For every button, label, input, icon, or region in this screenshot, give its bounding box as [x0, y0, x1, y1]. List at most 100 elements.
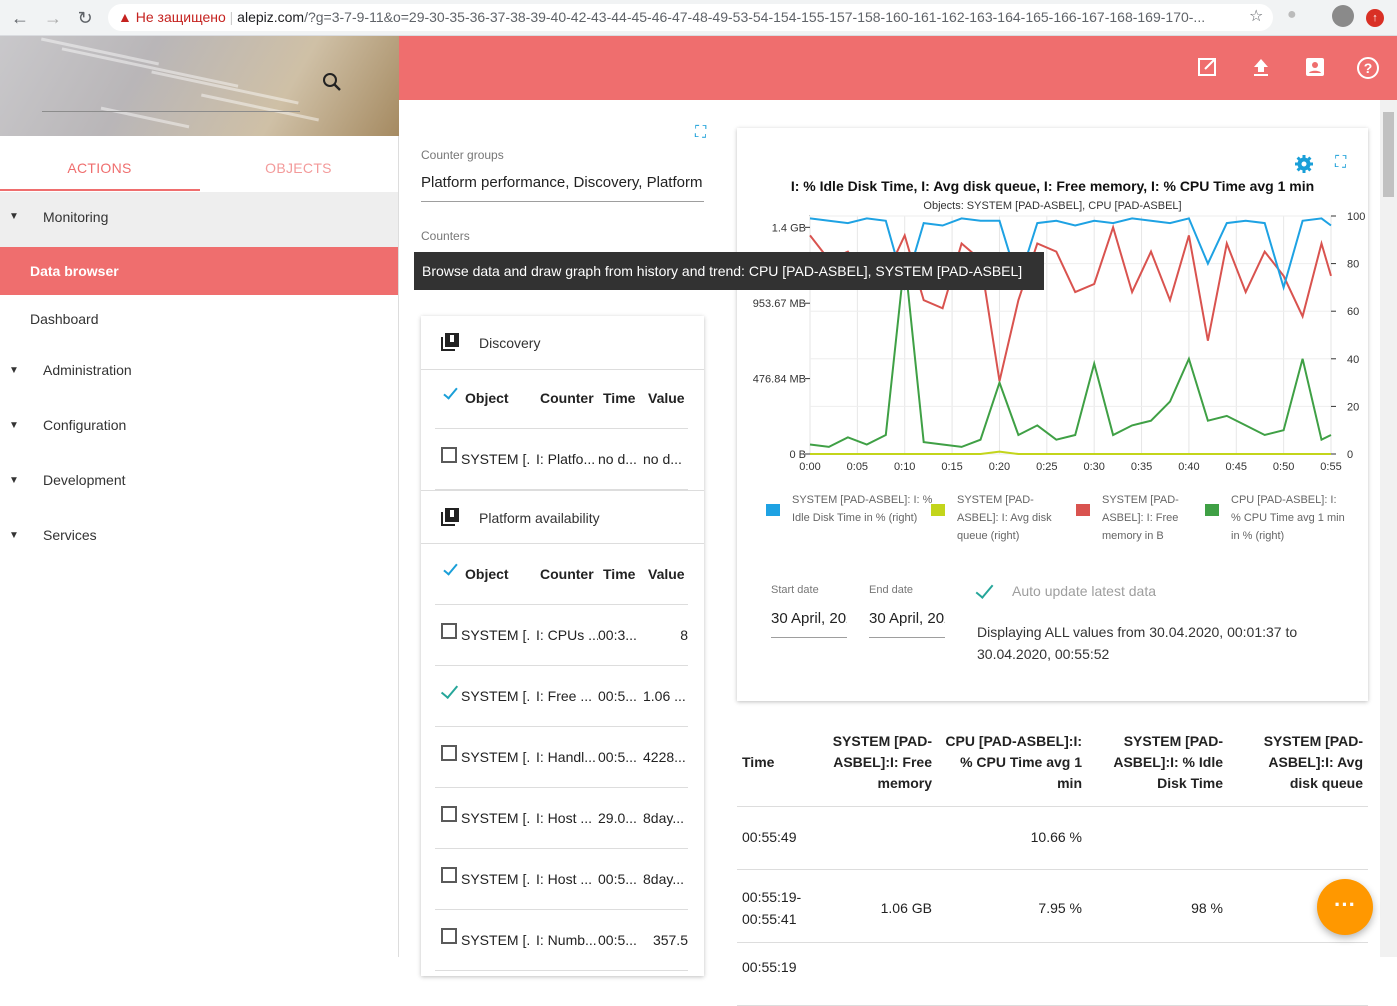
col-object[interactable]: Object [465, 566, 509, 582]
table-row[interactable]: SYSTEM [... I: Handl... 00:5... 4228... [435, 727, 688, 788]
library-icon [441, 508, 459, 526]
help-icon[interactable]: ? [1356, 56, 1380, 80]
cell-value: 8day... [643, 810, 684, 826]
upload-icon[interactable] [1249, 56, 1273, 80]
row-checkbox[interactable] [441, 928, 457, 944]
col-free-memory[interactable]: SYSTEM [PAD-ASBEL]:I: Free memory [827, 731, 932, 794]
menu-development[interactable]: ▼ Development [0, 453, 398, 508]
col-time[interactable]: Time [742, 752, 774, 773]
table-row[interactable]: SYSTEM [... I: CPUs ... 00:3... 8 [435, 605, 688, 666]
caret-down-icon: ▼ [9, 365, 19, 376]
row-checkbox[interactable] [441, 447, 457, 463]
col-counter[interactable]: Counter [540, 390, 594, 406]
group-platform-availability[interactable]: Platform availability [421, 490, 704, 544]
legend-item[interactable]: CPU [PAD-ASBEL]: I: % CPU Time avg 1 min… [1205, 491, 1346, 545]
y-left-tick-label: 476.84 MB [753, 374, 806, 386]
bookmark-star-icon[interactable]: ☆ [1249, 6, 1263, 26]
menu-data-browser[interactable]: Data browser [0, 247, 398, 295]
group-discovery-title: Discovery [479, 335, 541, 351]
select-all-check-icon[interactable] [443, 560, 458, 576]
cell-time: 00:55:49 [742, 829, 797, 845]
extension-icon[interactable]: ● [1287, 6, 1297, 24]
table-row: 00:55:19-00:55:41 1.06 GB 7.95 % 98 % [737, 871, 1368, 943]
counters-label: Counters [421, 229, 470, 243]
col-value[interactable]: Value [648, 390, 685, 406]
cell-value: 8day... [643, 871, 684, 887]
menu-administration[interactable]: ▼ Administration [0, 343, 398, 398]
legend-item[interactable]: SYSTEM [PAD-ASBEL]: I: % Idle Disk Time … [766, 491, 942, 527]
cell-object: SYSTEM [... [461, 932, 531, 948]
counter-groups-select[interactable]: Platform performance, Discovery, Platfor… [421, 174, 704, 202]
svg-text:?: ? [1364, 60, 1373, 76]
menu-services[interactable]: ▼ Services [0, 508, 398, 563]
open-in-new-icon[interactable] [1195, 56, 1219, 80]
table-row[interactable]: SYSTEM [... I: Platfo... no d... no d... [435, 429, 688, 490]
cell-value: 357.5 [652, 932, 688, 948]
address-bar[interactable]: ▲ Не защищено | alepiz.com/?g=3-7-9-11&o… [108, 4, 1273, 31]
url-path: /?g=3-7-9-11&o=29-30-35-36-37-38-39-40-4… [304, 9, 1206, 25]
scrollbar-thumb[interactable] [1383, 112, 1394, 197]
cell-counter: I: Platfo... [536, 451, 596, 467]
row-checkbox[interactable] [441, 623, 457, 639]
col-object[interactable]: Object [465, 390, 509, 406]
auto-update-label[interactable]: Auto update latest data [1012, 583, 1156, 599]
tab-actions[interactable]: ACTIONS [0, 136, 199, 192]
row-checkbox-checked[interactable] [441, 684, 457, 700]
chart-card: ⛶ I: % Idle Disk Time, I: Avg disk queue… [737, 128, 1368, 701]
tooltip: Browse data and draw graph from history … [414, 252, 1044, 290]
x-tick-label: 0:30 [1083, 461, 1104, 473]
menu-services-label: Services [43, 527, 97, 543]
col-value[interactable]: Value [648, 566, 685, 582]
col-time[interactable]: Time [603, 566, 635, 582]
cell-time: 00:5... [598, 871, 637, 887]
table-row[interactable]: SYSTEM [... I: Host ... 29.0... 8day... [435, 788, 688, 849]
back-icon[interactable]: ← [8, 6, 32, 30]
cell-counter: I: Free ... [536, 688, 593, 704]
avatar[interactable] [1332, 5, 1354, 27]
fullscreen-icon[interactable]: ⛶ [1335, 154, 1346, 172]
col-counter[interactable]: Counter [540, 566, 594, 582]
cell-counter: I: Handl... [536, 749, 596, 765]
col-avg-disk-queue[interactable]: SYSTEM [PAD-ASBEL]:I: Avg disk queue [1237, 731, 1363, 794]
table-row[interactable]: SYSTEM [... I: Free ... 00:5... 1.06 ... [435, 666, 688, 727]
cell-time: 00:3... [598, 627, 637, 643]
col-cpu-time[interactable]: CPU [PAD-ASBEL]:I: % CPU Time avg 1 min [942, 731, 1082, 794]
account-box-icon[interactable] [1303, 56, 1327, 80]
fullscreen-icon[interactable]: ⛶ [695, 124, 706, 142]
cell-value: 8 [680, 627, 688, 643]
forward-icon[interactable]: → [41, 6, 65, 30]
row-checkbox[interactable] [441, 745, 457, 761]
legend-item[interactable]: SYSTEM [PAD-ASBEL]: I: Free memory in B [1076, 491, 1192, 545]
reload-icon[interactable]: ↻ [73, 6, 97, 30]
row-checkbox[interactable] [441, 867, 457, 883]
legend-item[interactable]: SYSTEM [PAD-ASBEL]: I: Avg disk queue (r… [931, 491, 1067, 545]
table-row[interactable]: SYSTEM [... I: Numb... 00:5... 357.5 [435, 910, 688, 971]
col-idle-disk[interactable]: SYSTEM [PAD-ASBEL]:I: % Idle Disk Time [1107, 731, 1223, 794]
cell-idle: 98 % [1191, 900, 1223, 916]
update-icon[interactable]: ↑ [1366, 9, 1384, 27]
start-date-input[interactable]: 30 April, 2020 [771, 610, 847, 638]
page-scrollbar[interactable] [1380, 100, 1397, 957]
cell-object: SYSTEM [... [461, 688, 531, 704]
url-host: alepiz.com [237, 9, 305, 25]
displaying-range-text: Displaying ALL values from 30.04.2020, 0… [977, 624, 1298, 662]
settings-gear-icon[interactable] [1294, 154, 1314, 179]
col-time[interactable]: Time [603, 390, 635, 406]
row-checkbox[interactable] [441, 806, 457, 822]
counters-card: Discovery Object Counter Time Value SYST… [421, 316, 704, 976]
tab-objects[interactable]: OBJECTS [199, 136, 398, 192]
auto-update-checkbox[interactable] [975, 580, 994, 599]
menu-dashboard[interactable]: Dashboard [0, 295, 398, 343]
more-actions-button[interactable]: ··· [1317, 879, 1373, 935]
menu-configuration[interactable]: ▼ Configuration [0, 398, 398, 453]
table-row[interactable]: SYSTEM [... I: Host ... 00:5... 8day... [435, 849, 688, 910]
cell-value: 4228... [643, 749, 686, 765]
search-icon[interactable] [322, 72, 342, 98]
menu-administration-label: Administration [43, 362, 132, 378]
y-right-tick-label: 40 [1347, 354, 1359, 366]
group-discovery[interactable]: Discovery [421, 316, 704, 370]
values-table-header: Time SYSTEM [PAD-ASBEL]:I: Free memory C… [737, 720, 1368, 807]
menu-monitoring[interactable]: ▼ Monitoring [0, 192, 398, 247]
select-all-check-icon[interactable] [443, 384, 458, 400]
end-date-input[interactable]: 30 April, 2020 [869, 610, 945, 638]
